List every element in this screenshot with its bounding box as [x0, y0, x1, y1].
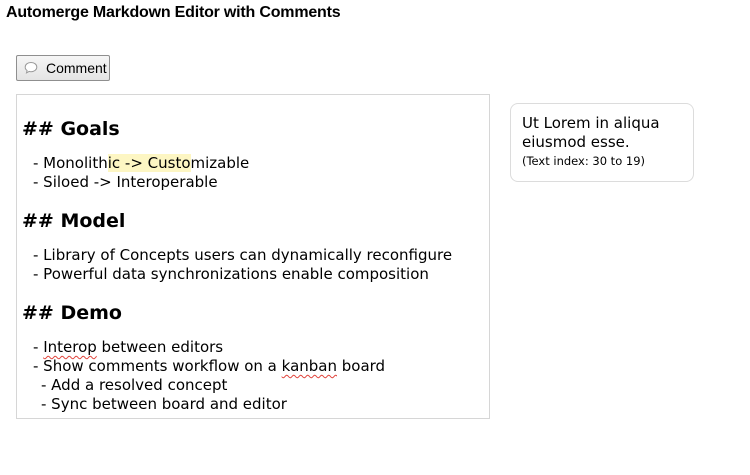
comment-range-label: (Text index: 30 to 19) — [522, 154, 646, 168]
markdown-editor[interactable]: ## Goals - Monolithic -> Customizable - … — [16, 94, 490, 419]
model-line-2: - Powerful data synchronizations enable … — [33, 265, 429, 283]
demo-line-1: - Interop between editors — [33, 338, 223, 357]
heading-model: ## Model — [22, 210, 126, 232]
comment-text: Ut Lorem in aliqua eiusmod esse. — [522, 114, 660, 151]
demo-line-2: - Show comments workflow on a kanban boa… — [33, 357, 385, 376]
demo-line-3: - Add a resolved concept — [41, 376, 228, 394]
heading-goals: ## Goals — [22, 118, 120, 140]
demo-line-2-post: board — [337, 357, 386, 375]
goals-line-1-pre: - Monolith — [33, 154, 108, 172]
demo-line-1-dash: - — [33, 338, 44, 356]
goals-line-1-post: mizable — [190, 154, 250, 172]
comment-button[interactable]: Comment — [16, 55, 110, 81]
comment-card[interactable]: Ut Lorem in aliqua eiusmod esse. (Text i… — [510, 103, 694, 182]
demo-line-1-rest: between editors — [96, 338, 224, 356]
demo-line-4: - Sync between board and editor — [41, 395, 287, 413]
comment-highlight[interactable]: ic -> Custo — [107, 154, 191, 172]
speech-bubble-icon — [24, 61, 38, 75]
goals-line-1: - Monolithic -> Customizable — [33, 154, 249, 173]
goals-line-2: - Siloed -> Interoperable — [33, 173, 218, 191]
spellcheck-word-interop: Interop — [43, 338, 97, 356]
spellcheck-word-kanban: kanban — [281, 357, 337, 375]
demo-line-2-pre: - Show comments workflow on a — [33, 357, 282, 375]
model-line-1: - Library of Concepts users can dynamica… — [33, 246, 453, 264]
page-title: Automerge Markdown Editor with Comments — [6, 4, 341, 21]
comment-button-label: Comment — [46, 60, 107, 76]
heading-demo: ## Demo — [22, 302, 122, 324]
